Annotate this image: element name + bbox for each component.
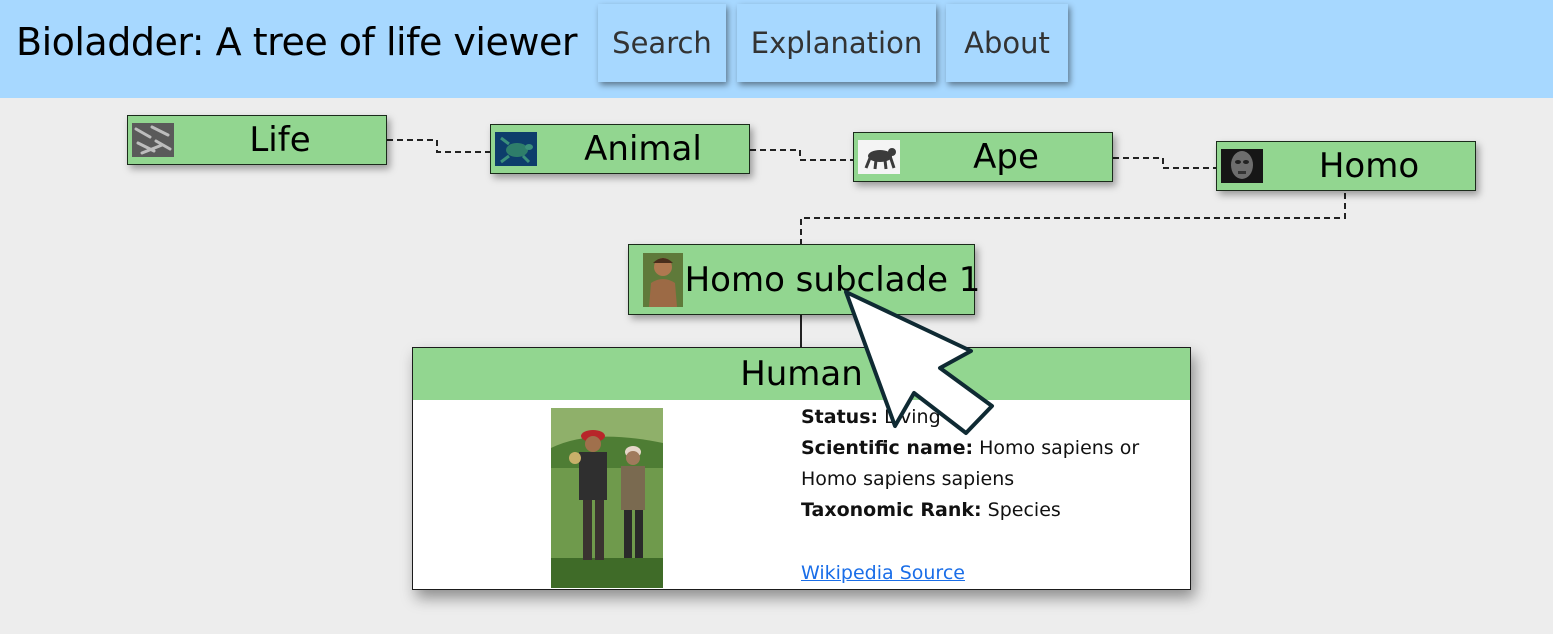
- card-title: Human: [413, 348, 1190, 400]
- connector-life-animal: [387, 139, 490, 153]
- sea-turtle-thumbnail-icon: [495, 132, 537, 166]
- connector-animal-ape: [750, 149, 853, 161]
- ape-thumbnail-icon: [858, 140, 900, 174]
- node-label: Homo: [1318, 146, 1420, 186]
- taxonomic-rank-label: Taxonomic Rank:: [801, 499, 982, 521]
- connector-ape-homo: [1113, 157, 1216, 169]
- status-row: Status: Living: [801, 402, 1186, 433]
- node-homo-subclade-1[interactable]: Homo subclade 1: [628, 244, 981, 315]
- species-detail-card: Human Status: Living Scientific name: Ho…: [412, 347, 1191, 590]
- node-ape[interactable]: Ape: [853, 132, 1113, 182]
- node-label: Ape: [973, 137, 1039, 177]
- species-info: Status: Living Scientific name: Homo sap…: [801, 402, 1186, 526]
- node-homo[interactable]: Homo: [1216, 141, 1476, 191]
- wikipedia-source-link[interactable]: Wikipedia Source: [801, 562, 965, 584]
- early-human-thumbnail-icon: [643, 253, 683, 307]
- scientific-name-row: Scientific name: Homo sapiens or Homo sa…: [801, 433, 1186, 495]
- bacteria-thumbnail-icon: [132, 123, 174, 157]
- status-label: Status:: [801, 406, 879, 428]
- status-value: Living: [884, 406, 941, 428]
- connector-homo-subclade: [800, 193, 1346, 245]
- homo-skull-thumbnail-icon: [1221, 149, 1263, 183]
- node-animal[interactable]: Animal: [490, 124, 750, 174]
- two-people-photo-icon: [551, 408, 663, 588]
- taxonomic-rank-row: Taxonomic Rank: Species: [801, 495, 1186, 526]
- node-label: Animal: [584, 129, 702, 169]
- node-label: Homo subclade 1: [684, 259, 981, 300]
- node-life[interactable]: Life: [127, 115, 387, 165]
- taxonomic-rank-value: Species: [987, 499, 1061, 521]
- node-label: Life: [249, 120, 311, 160]
- scientific-name-label: Scientific name:: [801, 437, 974, 459]
